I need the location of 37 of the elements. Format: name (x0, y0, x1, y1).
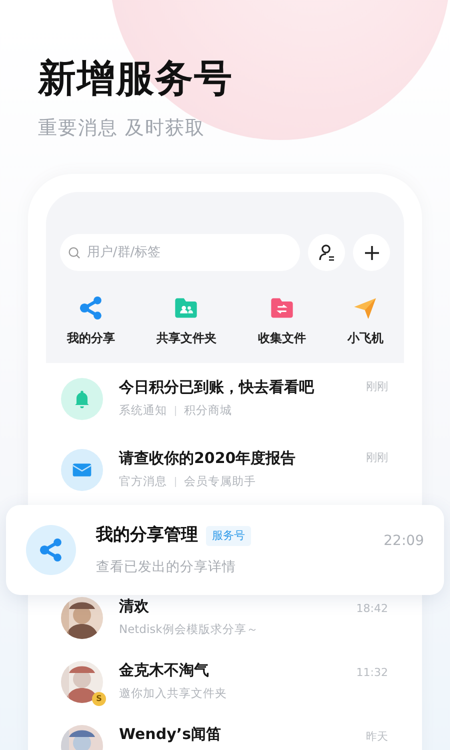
search-field[interactable]: 用户/群/标签 (60, 234, 300, 272)
message-time: 22:09 (384, 532, 424, 552)
featured-title: 我的分享管理 (96, 524, 198, 548)
message-time: 昨天 (366, 729, 388, 746)
message-time: 11:32 (356, 665, 388, 682)
featured-subtitle: 查看已发出的分享详情 (96, 558, 237, 577)
message-time: 刚刚 (366, 450, 388, 466)
chat-name: Wendy’s闻笛 (119, 725, 222, 745)
share-icon (38, 537, 64, 564)
message-category: 官方消息 (119, 472, 167, 490)
plus-icon (362, 244, 380, 262)
share-icon[interactable] (78, 295, 104, 322)
contacts-button[interactable] (308, 234, 345, 272)
service-tag: 服务号 (206, 526, 251, 546)
person-list-icon (316, 242, 336, 263)
message-source: 会员专属助手 (184, 472, 256, 490)
search-icon (68, 246, 81, 260)
shortcut-label[interactable]: 收集文件 (258, 329, 306, 348)
shortcut-label[interactable]: 小飞机 (347, 329, 384, 348)
chat-name: 金克木不淘气 (119, 661, 210, 681)
featured-card[interactable]: 我的分享管理 服务号 查看已发出的分享详情 22:09 (6, 505, 444, 596)
message-title: 今日积分已到账，快去看看吧 (119, 378, 316, 398)
message-title: 请查收你的2020年度报告 (119, 449, 297, 469)
headline: 新增服务号 (38, 58, 234, 100)
message-time: 刚刚 (366, 379, 388, 396)
message-source: 积分商城 (184, 402, 232, 419)
shortcut-label[interactable]: 我的分享 (66, 329, 115, 348)
search-input[interactable]: 用户/群/标签 (84, 242, 292, 264)
subheadline: 重要消息 及时获取 (38, 116, 206, 141)
level-badge: S (92, 692, 106, 706)
shortcut-label[interactable]: 共享文件夹 (156, 329, 216, 348)
message-category: 系统通知 (119, 402, 167, 419)
message-time: 18:42 (356, 601, 388, 618)
chat-name: 清欢 (119, 597, 150, 617)
add-button[interactable] (353, 234, 390, 272)
chat-preview: Netdisk例会模版求分享～ (119, 620, 260, 638)
chat-preview: 邀你加入共享文件夹 (119, 684, 228, 702)
